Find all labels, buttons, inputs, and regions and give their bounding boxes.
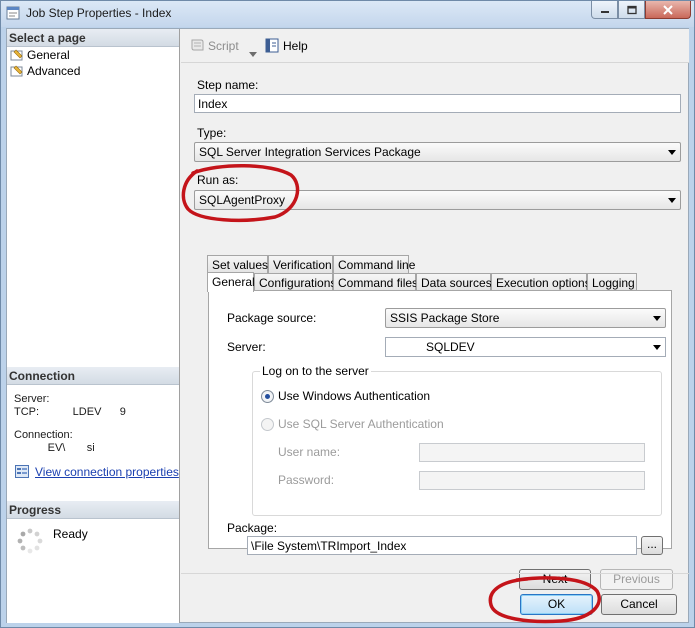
package-source-label: Package source: xyxy=(227,311,317,325)
type-select-value: SQL Server Integration Services Package xyxy=(199,145,421,159)
page-item-general[interactable]: General xyxy=(10,48,70,62)
password-label: Password: xyxy=(278,473,335,487)
step-name-input[interactable]: Index xyxy=(194,94,681,113)
run-as-label: Run as: xyxy=(197,173,239,187)
windows-auth-radio[interactable] xyxy=(261,390,274,403)
page-item-label: General xyxy=(27,48,70,62)
package-label: Package: xyxy=(227,521,278,535)
close-button[interactable] xyxy=(645,1,691,19)
chevron-down-icon xyxy=(668,150,676,155)
view-connection-properties-link[interactable]: View connection properties xyxy=(15,465,179,479)
cancel-button[interactable]: Cancel xyxy=(601,594,677,615)
sql-auth-radio[interactable] xyxy=(261,418,274,431)
windows-auth-label[interactable]: Use Windows Authentication xyxy=(278,389,430,403)
toolbar: Script Help xyxy=(181,29,689,63)
window-icon xyxy=(6,6,20,20)
tab-command-files[interactable]: Command files xyxy=(333,273,418,291)
help-button[interactable]: Help xyxy=(265,38,308,53)
maximize-button[interactable] xyxy=(618,1,645,19)
tab-command-line[interactable]: Command line xyxy=(333,255,415,273)
tab-execution-options[interactable]: Execution options xyxy=(491,273,591,291)
general-page-content: Step name: Index Type: SQL Server Integr… xyxy=(181,63,689,590)
tab-logging[interactable]: Logging xyxy=(587,273,637,291)
page-item-label: Advanced xyxy=(27,64,81,78)
package-source-select[interactable]: SSIS Package Store xyxy=(385,308,666,328)
package-source-value: SSIS Package Store xyxy=(390,311,500,325)
run-as-select[interactable]: SQLAgentProxy xyxy=(194,190,681,210)
ok-button[interactable]: OK xyxy=(520,594,593,615)
minimize-button[interactable] xyxy=(591,1,618,19)
page-item-advanced[interactable]: Advanced xyxy=(10,64,80,78)
chevron-down-icon xyxy=(668,198,676,203)
chevron-down-icon xyxy=(653,316,661,321)
left-pane: Select a page General Advanced Connectio… xyxy=(7,29,180,623)
tab-set-values[interactable]: Set values xyxy=(207,255,268,273)
tab-verification[interactable]: Verification xyxy=(268,255,333,273)
script-dropdown-arrow[interactable] xyxy=(249,43,260,57)
server-select[interactable]: SQLDEV xyxy=(385,337,666,357)
script-button[interactable]: Script xyxy=(189,38,239,53)
user-name-input[interactable] xyxy=(419,443,645,462)
connection-value: EV\ si xyxy=(14,442,95,454)
minimize-icon xyxy=(600,10,609,13)
chevron-down-icon xyxy=(653,345,661,350)
connection-header: Connection xyxy=(7,367,179,385)
logon-group-title: Log on to the server xyxy=(260,364,371,378)
package-input[interactable]: \File System\TRImport_Index xyxy=(247,536,637,555)
progress-status: Ready xyxy=(53,527,88,541)
select-page-header: Select a page xyxy=(7,29,179,47)
sql-auth-label[interactable]: Use SQL Server Authentication xyxy=(278,417,444,431)
progress-spinner-icon xyxy=(17,528,43,554)
script-icon xyxy=(191,39,204,51)
help-label: Help xyxy=(283,39,308,53)
type-select[interactable]: SQL Server Integration Services Package xyxy=(194,142,681,162)
user-name-label: User name: xyxy=(278,445,341,459)
job-step-properties-window: Job Step Properties - Index Select a pag… xyxy=(0,0,695,628)
properties-icon xyxy=(15,465,29,478)
title-bar[interactable]: Job Step Properties - Index xyxy=(1,1,694,27)
server-label: Server: xyxy=(14,393,50,405)
password-input[interactable] xyxy=(419,471,645,490)
page-icon xyxy=(10,65,23,77)
dialog-client-area: Select a page General Advanced Connectio… xyxy=(6,28,689,623)
connection-label: Connection: xyxy=(14,429,73,441)
close-icon xyxy=(663,4,673,15)
window-title: Job Step Properties - Index xyxy=(26,6,172,20)
server-value: TCP: LDEV 9 xyxy=(14,406,126,418)
general-tab-panel: Package source: SSIS Package Store Serve… xyxy=(208,290,672,555)
tab-configurations[interactable]: Configurations xyxy=(254,273,336,291)
maximize-icon xyxy=(626,5,637,14)
page-icon xyxy=(10,49,23,61)
help-icon xyxy=(265,38,279,53)
run-as-select-value: SQLAgentProxy xyxy=(199,193,286,207)
view-connection-properties-label: View connection properties xyxy=(35,465,179,479)
step-name-label: Step name: xyxy=(197,78,259,92)
browse-package-button[interactable]: ... xyxy=(641,536,663,555)
tab-data-sources[interactable]: Data sources xyxy=(416,273,492,291)
chevron-down-icon xyxy=(249,52,257,57)
type-label: Type: xyxy=(197,126,227,140)
server-select-value: SQLDEV xyxy=(426,340,475,354)
server-label: Server: xyxy=(227,340,266,354)
logon-group: Log on to the server Use Windows Authent… xyxy=(252,364,662,516)
script-label: Script xyxy=(208,39,239,53)
tab-general[interactable]: General xyxy=(207,272,255,292)
dialog-button-bar: OK Cancel xyxy=(181,573,689,623)
progress-header: Progress xyxy=(7,501,179,519)
